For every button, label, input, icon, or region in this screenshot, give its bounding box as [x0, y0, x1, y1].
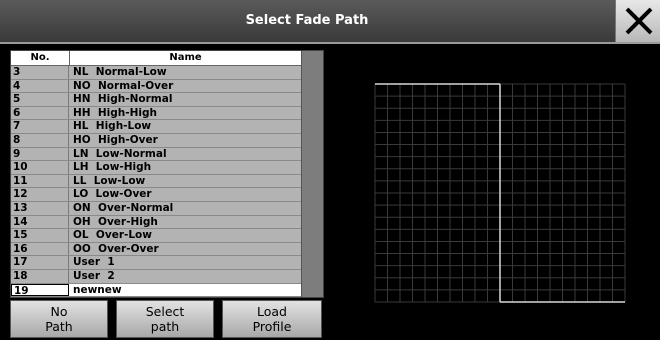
row-number: 14: [11, 215, 69, 229]
column-header-no[interactable]: No.: [11, 51, 70, 65]
row-number: 17: [11, 256, 69, 269]
scrollbar[interactable]: [301, 51, 323, 297]
row-name: NO Normal-Over: [73, 79, 174, 92]
row-number: 15: [11, 229, 69, 242]
table-row[interactable]: 3 NL Normal-Low: [11, 66, 301, 80]
row-name: newnew: [73, 283, 122, 296]
row-name: HH High-High: [73, 106, 157, 119]
table-row[interactable]: 7 HL High-Low: [11, 120, 301, 134]
table-row[interactable]: 10 LH Low-High: [11, 161, 301, 175]
row-number: 5: [11, 93, 69, 106]
column-header-name[interactable]: Name: [70, 51, 301, 64]
row-number: 6: [11, 106, 69, 120]
no-path-button[interactable]: No Path: [10, 300, 108, 338]
row-number: 19: [11, 283, 69, 297]
table-row[interactable]: 17 User 1: [11, 256, 301, 270]
table-row[interactable]: 11 LL Low-Low: [11, 174, 301, 189]
table-row[interactable]: 5 HN High-Normal: [11, 93, 301, 107]
row-number: 10: [11, 161, 69, 174]
table-row[interactable]: 9 LN Low-Normal: [11, 147, 301, 162]
row-number: 12: [11, 188, 69, 201]
row-name: LN Low-Normal: [73, 147, 167, 160]
table-row[interactable]: 4 NO Normal-Over: [11, 79, 301, 94]
table-row[interactable]: 6 HH High-High: [11, 106, 301, 121]
dialog-title: Select Fade Path: [245, 13, 369, 28]
row-number: 13: [11, 201, 69, 215]
row-name: LH Low-High: [73, 161, 152, 174]
table-body: 3 NL Normal-Low 4 NO Normal-Over 5 HN High-No…: [11, 66, 301, 297]
table-row[interactable]: 15 OL Over-Low: [11, 229, 301, 243]
load-profile-button[interactable]: Load Profile: [222, 300, 322, 338]
no-path-label-line2: Path: [45, 319, 73, 334]
row-name: ON Over-Normal: [73, 201, 174, 214]
row-name: User 1: [73, 256, 115, 269]
row-name: OH Over-High: [73, 215, 158, 228]
load-profile-label-line1: Load: [257, 304, 287, 319]
row-name: OO Over-Over: [73, 242, 159, 255]
row-number: 11: [11, 174, 69, 188]
table-row[interactable]: 18 User 2: [11, 269, 301, 284]
table-row[interactable]: 16 OO Over-Over: [11, 242, 301, 257]
row-number: 16: [11, 242, 69, 256]
row-name: LO Low-Over: [73, 188, 152, 201]
row-number: 8: [11, 133, 69, 147]
fade-path-preview: [333, 44, 660, 340]
row-name: HO High-Over: [73, 133, 158, 146]
fade-path-list: No. Name 3 NL Normal-Low 4 NO Normal-Over 5 H…: [10, 50, 324, 298]
select-path-label-line1: Select: [145, 304, 185, 319]
table-row[interactable]: 13 ON Over-Normal: [11, 201, 301, 216]
table-row[interactable]: 14 OH Over-High: [11, 215, 301, 230]
row-number: 7: [11, 120, 69, 133]
table-header: No. Name: [11, 51, 301, 66]
row-number: 9: [11, 147, 69, 161]
title-bar: Select Fade Path: [0, 0, 660, 44]
table-row[interactable]: 8 HO High-Over: [11, 133, 301, 148]
row-number: 4: [11, 79, 69, 93]
fade-path-dialog: Select Fade Path No. Name 3 NL Normal-Low…: [0, 0, 660, 340]
load-profile-label-line2: Profile: [252, 319, 292, 334]
close-icon: [625, 7, 653, 35]
select-path-label-line2: path: [150, 319, 180, 334]
table-row[interactable]: 12 LO Low-Over: [11, 188, 301, 202]
row-number: 18: [11, 269, 69, 283]
row-name: LL Low-Low: [73, 174, 146, 187]
row-name: HN High-Normal: [73, 93, 173, 106]
close-button[interactable]: [615, 0, 660, 42]
select-path-button[interactable]: Select path: [116, 300, 214, 338]
row-name: OL Over-Low: [73, 229, 152, 242]
row-number: 3: [11, 66, 69, 79]
row-name: NL Normal-Low: [73, 66, 167, 78]
fade-path-graph: [374, 83, 626, 303]
no-path-label-line1: No: [50, 304, 68, 319]
row-name: User 2: [73, 269, 115, 282]
row-name: HL High-Low: [73, 120, 152, 133]
table-row[interactable]: 19 newnew: [11, 283, 301, 297]
